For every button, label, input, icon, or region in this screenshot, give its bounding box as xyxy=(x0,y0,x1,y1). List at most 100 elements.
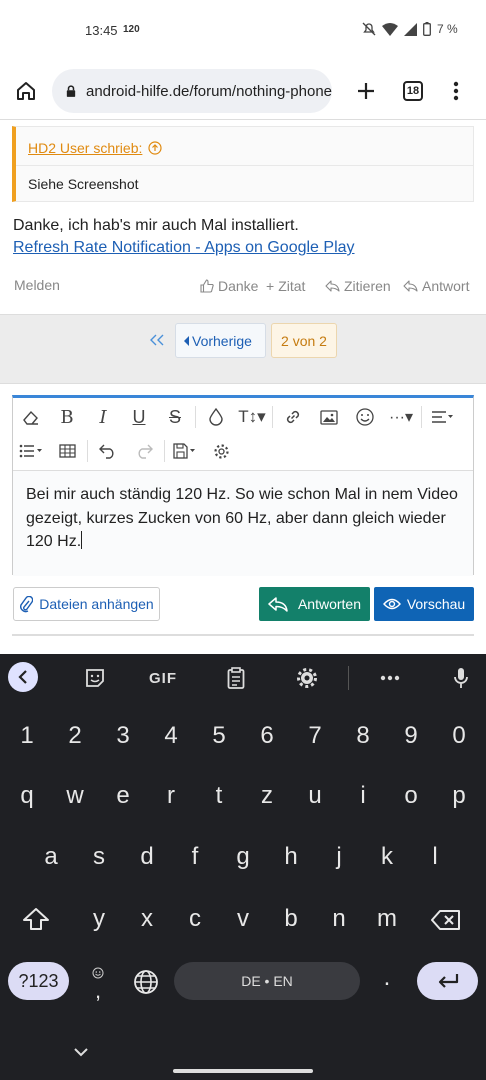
key-m[interactable]: m xyxy=(367,905,407,933)
strikethrough-button[interactable]: S xyxy=(157,402,193,432)
hide-keyboard-button[interactable] xyxy=(73,1044,89,1062)
more-options-button[interactable]: ···▾ xyxy=(383,402,419,432)
submit-reply-button[interactable]: Antworten xyxy=(259,587,370,621)
key-9[interactable]: 9 xyxy=(391,722,431,750)
insert-link-button[interactable] xyxy=(275,402,311,432)
key-z[interactable]: z xyxy=(247,782,287,810)
key-k[interactable]: k xyxy=(367,843,407,871)
lock-icon xyxy=(66,84,76,97)
overflow-menu-button[interactable] xyxy=(436,71,476,111)
redo-button[interactable] xyxy=(126,436,162,466)
insert-image-button[interactable] xyxy=(311,402,347,432)
key-f[interactable]: f xyxy=(175,843,215,871)
key-3[interactable]: 3 xyxy=(103,722,143,750)
key-r[interactable]: r xyxy=(151,782,191,810)
draft-button[interactable] xyxy=(167,436,203,466)
color-button[interactable] xyxy=(198,402,234,432)
key-1[interactable]: 1 xyxy=(7,722,47,750)
key-h[interactable]: h xyxy=(271,843,311,871)
key-a[interactable]: a xyxy=(31,843,71,871)
underline-button[interactable]: U xyxy=(121,402,157,432)
key-t[interactable]: t xyxy=(199,782,239,810)
key-5[interactable]: 5 xyxy=(199,722,239,750)
clipboard-button[interactable] xyxy=(221,665,251,691)
period-key[interactable]: . xyxy=(367,964,407,992)
key-2[interactable]: 2 xyxy=(55,722,95,750)
new-tab-button[interactable] xyxy=(346,71,386,111)
status-bar: 13:45 120 7 % xyxy=(0,0,486,62)
key-d[interactable]: d xyxy=(127,843,167,871)
key-l[interactable]: l xyxy=(415,843,455,871)
key-g[interactable]: g xyxy=(223,843,263,871)
enter-key[interactable] xyxy=(417,962,478,1000)
font-size-button[interactable]: T↕▾ xyxy=(234,402,270,432)
table-button[interactable] xyxy=(49,436,85,466)
editor-textarea[interactable]: Bei mir auch ständig 120 Hz. So wie scho… xyxy=(13,470,473,576)
key-c[interactable]: c xyxy=(175,905,215,933)
undo-button[interactable] xyxy=(90,436,126,466)
key-y[interactable]: y xyxy=(79,905,119,933)
key-i[interactable]: i xyxy=(343,782,383,810)
keyboard-more-button[interactable] xyxy=(375,665,405,691)
settings-button[interactable] xyxy=(203,436,239,466)
report-link[interactable]: Melden xyxy=(14,277,60,293)
key-4[interactable]: 4 xyxy=(151,722,191,750)
key-x[interactable]: x xyxy=(127,905,167,933)
key-u[interactable]: u xyxy=(295,782,335,810)
reply-icon xyxy=(403,280,418,292)
shift-key[interactable] xyxy=(22,907,50,936)
clear-format-button[interactable] xyxy=(13,402,49,432)
key-7[interactable]: 7 xyxy=(295,722,335,750)
gif-button[interactable]: GIF xyxy=(148,665,178,691)
reply-quote-button[interactable]: Zitieren xyxy=(325,278,391,294)
key-v[interactable]: v xyxy=(223,905,263,933)
key-e[interactable]: e xyxy=(103,782,143,810)
comma-key[interactable]: , xyxy=(88,966,108,1002)
prev-page-button[interactable]: Vorherige xyxy=(175,323,266,358)
first-page-button[interactable] xyxy=(150,334,164,349)
reply-quote-label: Zitieren xyxy=(344,278,391,294)
home-button[interactable] xyxy=(6,71,46,111)
battery-icon xyxy=(423,22,431,36)
key-j[interactable]: j xyxy=(319,843,359,871)
symbols-key[interactable]: ?123 xyxy=(8,962,69,1000)
key-8[interactable]: 8 xyxy=(343,722,383,750)
key-w[interactable]: w xyxy=(55,782,95,810)
smiley-icon xyxy=(356,408,374,426)
key-q[interactable]: q xyxy=(7,782,47,810)
key-b[interactable]: b xyxy=(271,905,311,933)
keyboard-collapse-button[interactable] xyxy=(8,662,38,692)
backspace-key[interactable] xyxy=(431,909,461,936)
keyboard-settings-button[interactable] xyxy=(292,665,322,691)
key-p[interactable]: p xyxy=(439,782,479,810)
quote-button[interactable]: + Zitat xyxy=(266,278,305,294)
italic-button[interactable]: I xyxy=(85,402,121,432)
space-key[interactable]: DE • EN xyxy=(174,962,360,1000)
reply-button[interactable]: Antwort xyxy=(403,278,469,294)
font-size-icon: T↕▾ xyxy=(238,407,266,426)
submit-reply-label: Antworten xyxy=(297,596,362,612)
attach-files-button[interactable]: Dateien anhängen xyxy=(13,587,160,621)
key-6[interactable]: 6 xyxy=(247,722,287,750)
post-link[interactable]: Refresh Rate Notification - Apps on Goog… xyxy=(13,237,355,259)
key-0[interactable]: 0 xyxy=(439,722,479,750)
tab-switcher-button[interactable]: 18 xyxy=(393,71,433,111)
address-bar[interactable]: android-hilfe.de/forum/nothing-phone xyxy=(52,69,332,113)
emoji-button[interactable] xyxy=(347,402,383,432)
gesture-handle[interactable] xyxy=(173,1069,313,1073)
post-actions: Melden Danke + Zitat Zitieren Antwort xyxy=(0,276,486,296)
key-n[interactable]: n xyxy=(319,905,359,933)
voice-input-button[interactable] xyxy=(446,665,476,691)
align-left-icon xyxy=(432,411,453,423)
key-s[interactable]: s xyxy=(79,843,119,871)
like-button[interactable]: Danke xyxy=(200,278,258,294)
quote-author-link[interactable]: HD2 User schrieb: xyxy=(28,140,162,156)
bold-button[interactable]: B xyxy=(49,402,85,432)
sticker-button[interactable] xyxy=(80,665,110,691)
preview-button[interactable]: Vorschau xyxy=(374,587,474,621)
align-button[interactable] xyxy=(424,402,460,432)
key-o[interactable]: o xyxy=(391,782,431,810)
current-page[interactable]: 2 von 2 xyxy=(271,323,337,358)
list-button[interactable] xyxy=(13,436,49,466)
language-key[interactable] xyxy=(133,969,159,1000)
